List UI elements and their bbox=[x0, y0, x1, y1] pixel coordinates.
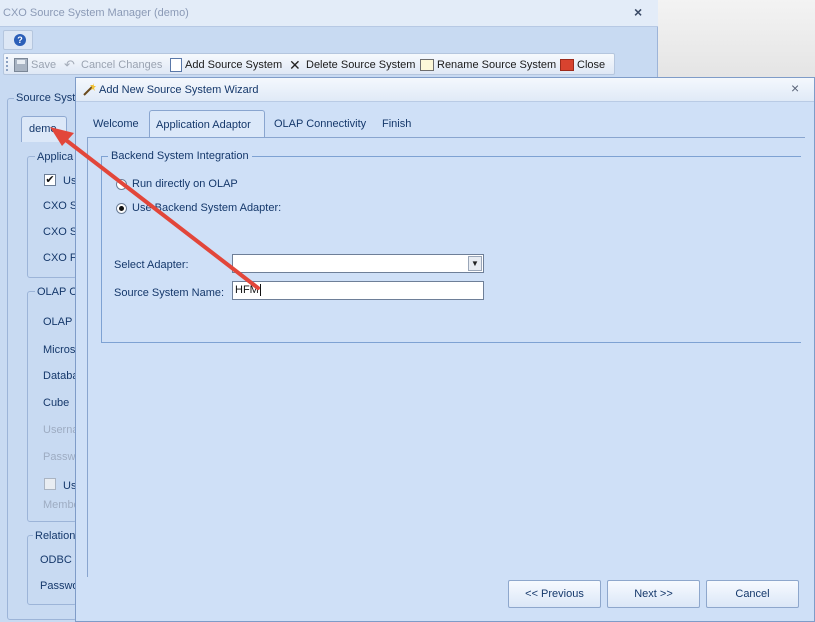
next-button-label: Next >> bbox=[634, 588, 673, 600]
save-icon bbox=[14, 58, 28, 72]
cxo-f-label: CXO F bbox=[43, 252, 77, 264]
relational-group-title: Relation bbox=[33, 530, 78, 542]
cancel-button-label: Cancel bbox=[735, 588, 770, 600]
tab-finish[interactable]: Finish bbox=[376, 110, 417, 138]
delete-source-system-button[interactable]: ✕ Delete Source System bbox=[289, 57, 415, 73]
cxo-s-label-1: CXO S bbox=[43, 200, 78, 212]
tab-olap-connectivity[interactable]: OLAP Connectivity bbox=[268, 110, 372, 138]
dialog-close-icon[interactable]: × bbox=[791, 80, 799, 96]
add-source-system-button[interactable]: Add Source System bbox=[170, 57, 282, 73]
application-group-title: Applica bbox=[35, 151, 76, 163]
main-window-close-icon[interactable]: × bbox=[634, 4, 642, 20]
source-system-name-label: Source System Name: bbox=[114, 287, 225, 299]
use-checkbox[interactable]: ✔ bbox=[44, 174, 56, 186]
relational-group bbox=[27, 535, 77, 605]
backend-system-integration-title: Backend System Integration bbox=[108, 150, 252, 162]
cancel-changes-label: Cancel Changes bbox=[81, 59, 163, 71]
exit-icon bbox=[560, 59, 574, 71]
cxo-s-label-2: CXO S bbox=[43, 226, 78, 238]
tab-application-adaptor[interactable]: Application Adaptor bbox=[149, 110, 265, 138]
cube-label: Cube bbox=[43, 397, 70, 409]
close-label: Close bbox=[577, 59, 606, 71]
save-button[interactable]: Save bbox=[14, 57, 56, 73]
save-label: Save bbox=[31, 59, 57, 71]
close-button[interactable]: Close bbox=[560, 57, 605, 73]
radio-run-directly-olap[interactable]: Run directly on OLAP bbox=[116, 178, 238, 190]
use-checkbox-2[interactable] bbox=[44, 478, 56, 490]
radio-run-directly-olap-label: Run directly on OLAP bbox=[132, 178, 238, 190]
new-document-icon bbox=[170, 58, 182, 72]
source-system-name-value: HFM bbox=[235, 284, 259, 296]
previous-button[interactable]: << Previous bbox=[508, 580, 601, 608]
olap-label: OLAP bbox=[43, 316, 73, 328]
select-adapter-dropdown[interactable]: ▼ bbox=[232, 254, 484, 273]
text-caret bbox=[259, 284, 261, 297]
cancel-button[interactable]: Cancel bbox=[706, 580, 799, 608]
database-label: Databa bbox=[43, 370, 79, 382]
rename-source-system-button[interactable]: Rename Source System bbox=[420, 57, 556, 73]
wizard-wand-icon bbox=[83, 83, 96, 96]
password-label-2: Passwo bbox=[40, 580, 79, 592]
source-system-group-title: Source Syst bbox=[14, 92, 78, 104]
olap-group-title: OLAP C bbox=[35, 286, 80, 298]
add-source-system-label: Add Source System bbox=[185, 59, 283, 71]
source-system-name-input[interactable]: HFM bbox=[232, 281, 484, 300]
select-adapter-label: Select Adapter: bbox=[114, 259, 189, 271]
rename-icon bbox=[420, 59, 434, 71]
help-icon[interactable]: ? bbox=[14, 34, 26, 46]
radio-use-backend-adapter-label: Use Backend System Adapter: bbox=[132, 202, 282, 214]
next-button[interactable]: Next >> bbox=[607, 580, 700, 608]
dialog-title: Add New Source System Wizard bbox=[99, 84, 259, 96]
main-window-title: CXO Source System Manager (demo) bbox=[3, 7, 189, 19]
delete-icon: ✕ bbox=[289, 57, 301, 73]
rename-source-system-label: Rename Source System bbox=[437, 59, 557, 71]
tab-demo-label: demo bbox=[29, 123, 57, 135]
odbc-label: ODBC bbox=[40, 554, 72, 566]
radio-indicator-selected[interactable] bbox=[116, 202, 127, 214]
username-label: Userna bbox=[43, 424, 79, 436]
radio-use-backend-adapter[interactable]: Use Backend System Adapter: bbox=[116, 202, 281, 214]
password-label: Passw bbox=[43, 451, 76, 463]
delete-source-system-label: Delete Source System bbox=[306, 59, 416, 71]
tab-welcome[interactable]: Welcome bbox=[87, 110, 145, 138]
cancel-changes-button[interactable]: ↶ Cancel Changes bbox=[64, 57, 162, 73]
radio-indicator[interactable] bbox=[116, 178, 127, 190]
toolbar-grip[interactable] bbox=[6, 57, 9, 71]
undo-icon: ↶ bbox=[64, 57, 75, 72]
chevron-down-icon[interactable]: ▼ bbox=[468, 256, 482, 271]
microsoft-label: Micros bbox=[43, 344, 76, 356]
previous-button-label: << Previous bbox=[525, 588, 584, 600]
